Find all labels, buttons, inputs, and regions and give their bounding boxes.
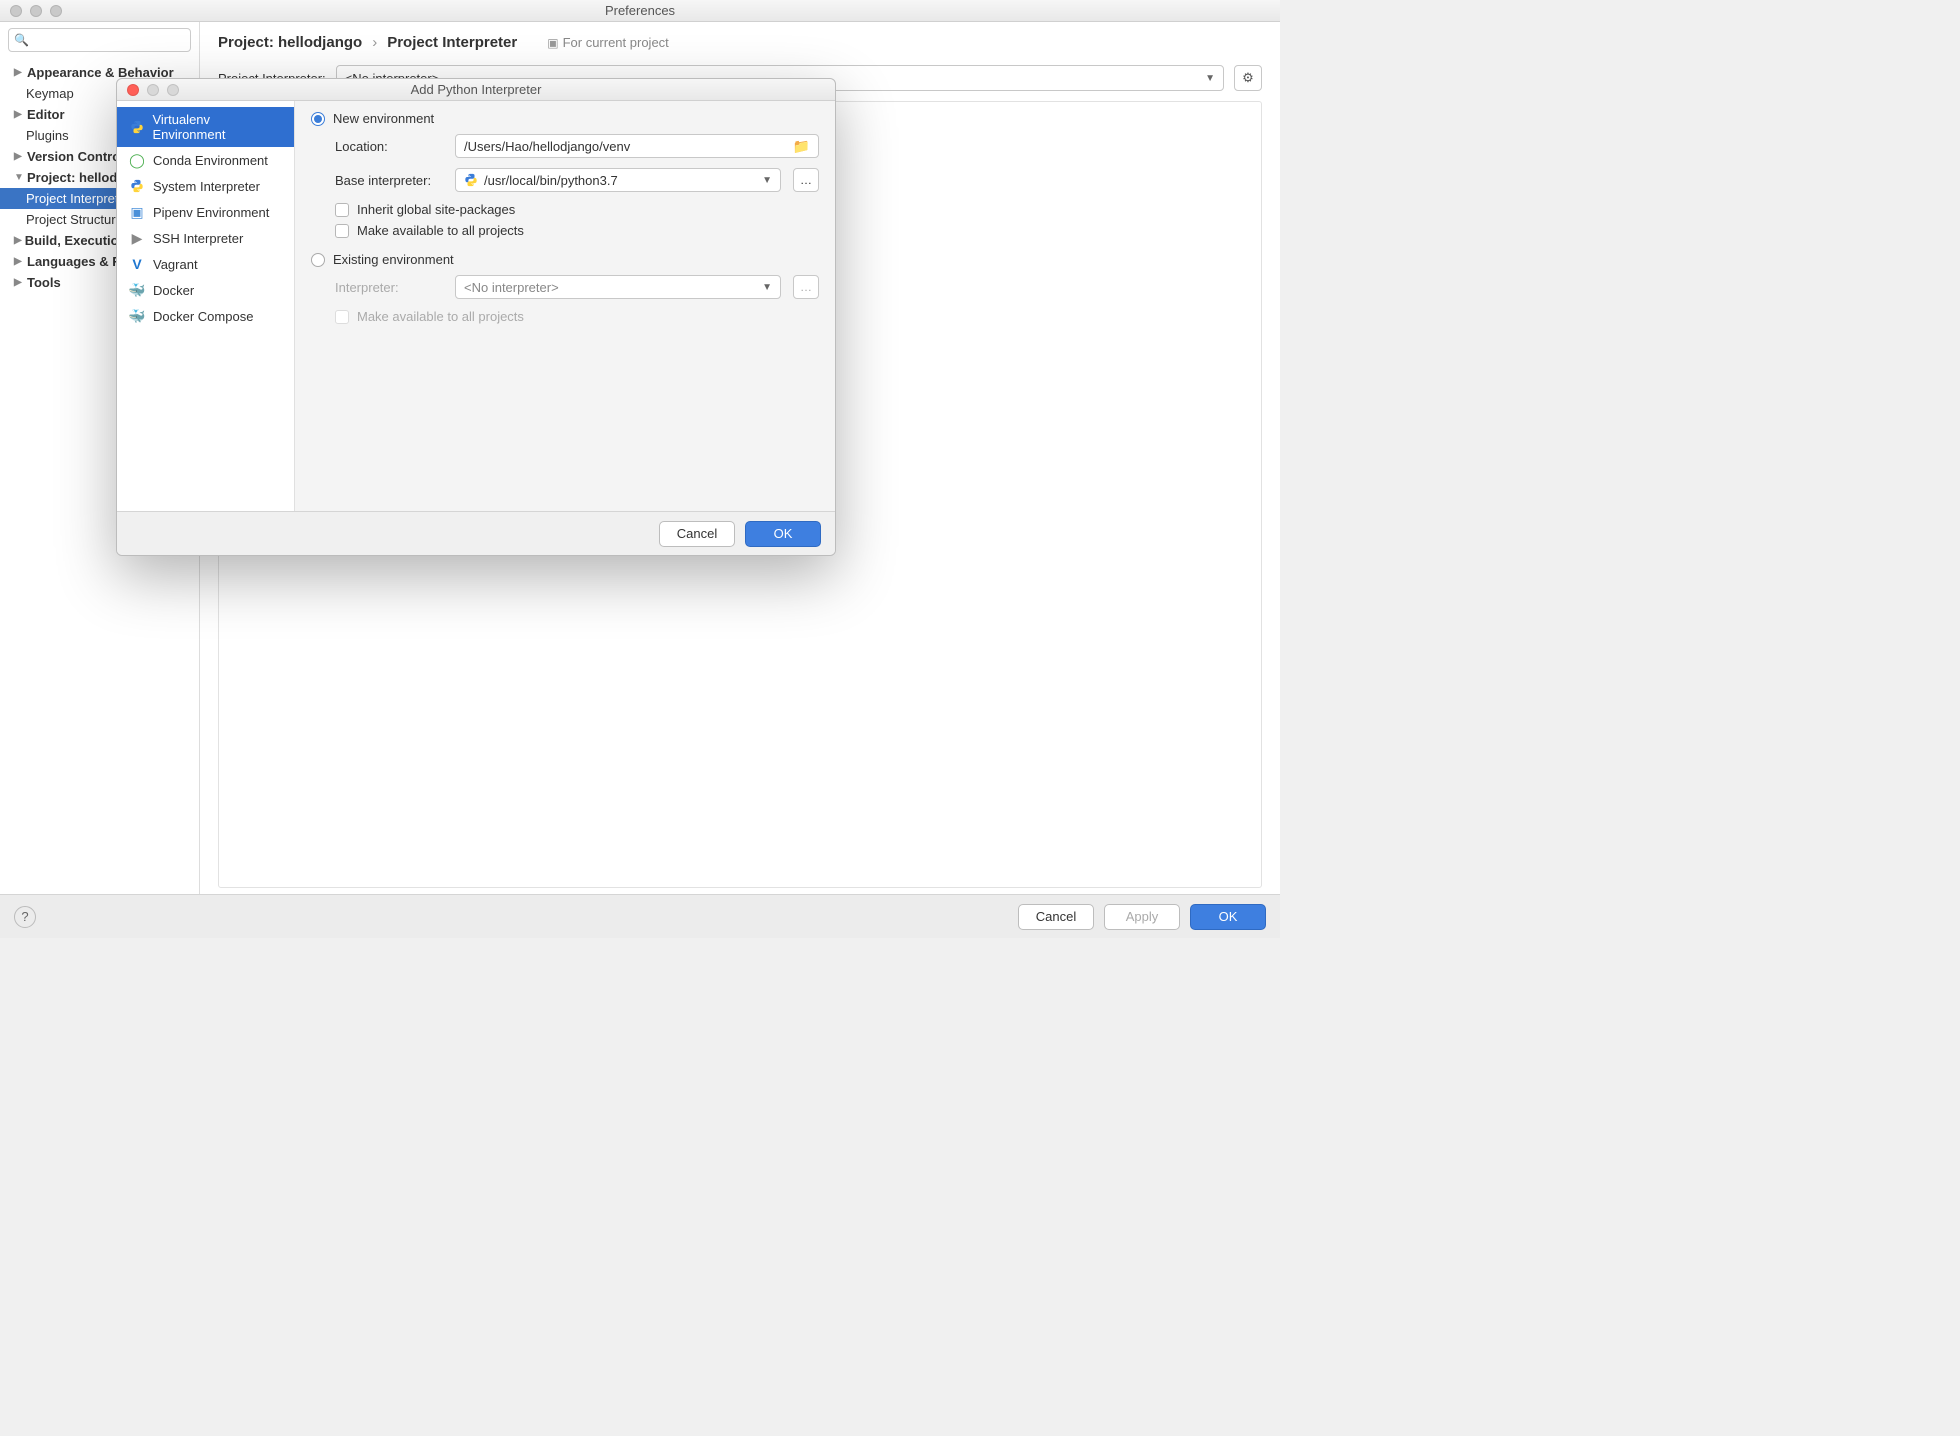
radio-existing-label: Existing environment (333, 252, 454, 267)
env-label: Docker Compose (153, 309, 253, 324)
radio-new-label: New environment (333, 111, 434, 126)
existing-interpreter-row: Interpreter: <No interpreter> ▼ … (335, 275, 819, 299)
existing-browse-button: … (793, 275, 819, 299)
traffic-zoom[interactable] (50, 5, 62, 17)
combo-caret-icon: ▼ (762, 175, 772, 186)
help-button[interactable]: ? (14, 906, 36, 928)
scope-icon: ▣ (547, 36, 558, 50)
breadcrumb-hint: ▣ For current project (547, 35, 669, 50)
ssh-icon: ▶ (129, 230, 145, 246)
location-row: Location: /Users/Hao/hellodjango/venv 📁 (335, 134, 819, 158)
folder-icon[interactable]: 📁 (793, 138, 810, 155)
existing-interp-value: <No interpreter> (464, 280, 559, 295)
env-pipenv[interactable]: ▣ Pipenv Environment (117, 199, 294, 225)
combo-caret-icon: ▼ (762, 282, 772, 293)
python-icon (464, 173, 478, 187)
modal-ok-button[interactable]: OK (745, 521, 821, 547)
prefs-ok-button[interactable]: OK (1190, 904, 1266, 930)
prefs-cancel-button[interactable]: Cancel (1018, 904, 1094, 930)
make-available-checkbox-row[interactable]: Make available to all projects (335, 223, 819, 238)
make-available-label: Make available to all projects (357, 223, 524, 238)
crumb-project: Project: hellodjango (218, 34, 362, 51)
base-label: Base interpreter: (335, 173, 443, 188)
env-system[interactable]: System Interpreter (117, 173, 294, 199)
location-input[interactable]: /Users/Hao/hellodjango/venv 📁 (455, 134, 819, 158)
location-label: Location: (335, 139, 443, 154)
env-docker[interactable]: 🐳 Docker (117, 277, 294, 303)
env-label: Docker (153, 283, 194, 298)
env-label: SSH Interpreter (153, 231, 243, 246)
radio-existing-env[interactable]: Existing environment (311, 252, 819, 267)
inherit-checkbox-row[interactable]: Inherit global site-packages (335, 202, 819, 217)
env-label: Pipenv Environment (153, 205, 269, 220)
add-interpreter-dialog: Add Python Interpreter Virtualenv Enviro… (116, 78, 836, 556)
checkbox-icon (335, 310, 349, 324)
traffic-close[interactable] (10, 5, 22, 17)
env-label: Vagrant (153, 257, 198, 272)
modal-cancel-button[interactable]: Cancel (659, 521, 735, 547)
existing-make-available-label: Make available to all projects (357, 309, 524, 324)
python-icon (129, 119, 144, 135)
breadcrumb-sep: › (372, 34, 377, 51)
search-icon: 🔍 (14, 33, 29, 47)
env-label: Virtualenv Environment (152, 112, 282, 142)
base-browse-button[interactable]: … (793, 168, 819, 192)
checkbox-icon (335, 224, 349, 238)
env-conda[interactable]: ◯ Conda Environment (117, 147, 294, 173)
prefs-apply-button[interactable]: Apply (1104, 904, 1180, 930)
radio-icon (311, 253, 325, 267)
new-env-fields: Location: /Users/Hao/hellodjango/venv 📁 … (311, 134, 819, 238)
prefs-button-bar: ? Cancel Apply OK (0, 894, 1280, 938)
existing-interp-label: Interpreter: (335, 280, 443, 295)
gear-icon: ⚙ (1242, 70, 1254, 86)
inherit-label: Inherit global site-packages (357, 202, 515, 217)
radio-new-env[interactable]: New environment (311, 111, 819, 126)
modal-traffic-minimize (147, 84, 159, 96)
modal-body: Virtualenv Environment ◯ Conda Environme… (117, 101, 835, 511)
python-icon (129, 178, 145, 194)
env-docker-compose[interactable]: 🐳 Docker Compose (117, 303, 294, 329)
traffic-minimize[interactable] (30, 5, 42, 17)
existing-make-available-row: Make available to all projects (335, 309, 819, 324)
breadcrumb: Project: hellodjango › Project Interpret… (218, 34, 1262, 65)
modal-traffic-zoom (167, 84, 179, 96)
radio-icon (311, 112, 325, 126)
base-interpreter-row: Base interpreter: /usr/local/bin/python3… (335, 168, 819, 192)
env-type-list: Virtualenv Environment ◯ Conda Environme… (117, 101, 295, 511)
modal-titlebar: Add Python Interpreter (117, 79, 835, 101)
base-value: /usr/local/bin/python3.7 (484, 173, 618, 188)
checkbox-icon (335, 203, 349, 217)
docker-icon: 🐳 (129, 282, 145, 298)
env-label: Conda Environment (153, 153, 268, 168)
interpreter-settings-button[interactable]: ⚙ (1234, 65, 1262, 91)
env-virtualenv[interactable]: Virtualenv Environment (117, 107, 294, 147)
base-interpreter-combo[interactable]: /usr/local/bin/python3.7 ▼ (455, 168, 781, 192)
vagrant-icon: V (129, 256, 145, 272)
modal-traffic-close[interactable] (127, 84, 139, 96)
existing-env-fields: Interpreter: <No interpreter> ▼ … Make a… (311, 275, 819, 324)
modal-button-bar: Cancel OK (117, 511, 835, 555)
env-label: System Interpreter (153, 179, 260, 194)
prefs-title: Preferences (0, 3, 1280, 18)
env-ssh[interactable]: ▶ SSH Interpreter (117, 225, 294, 251)
conda-icon: ◯ (129, 152, 145, 168)
combo-caret-icon: ▼ (1205, 73, 1215, 84)
search-wrap: 🔍 (0, 22, 199, 58)
search-input[interactable] (8, 28, 191, 52)
prefs-titlebar: Preferences (0, 0, 1280, 22)
crumb-section: Project Interpreter (387, 34, 517, 51)
modal-title: Add Python Interpreter (117, 82, 835, 97)
env-form: New environment Location: /Users/Hao/hel… (295, 101, 835, 511)
docker-compose-icon: 🐳 (129, 308, 145, 324)
pipenv-icon: ▣ (129, 204, 145, 220)
location-value: /Users/Hao/hellodjango/venv (464, 139, 630, 154)
existing-interpreter-combo: <No interpreter> ▼ (455, 275, 781, 299)
env-vagrant[interactable]: V Vagrant (117, 251, 294, 277)
